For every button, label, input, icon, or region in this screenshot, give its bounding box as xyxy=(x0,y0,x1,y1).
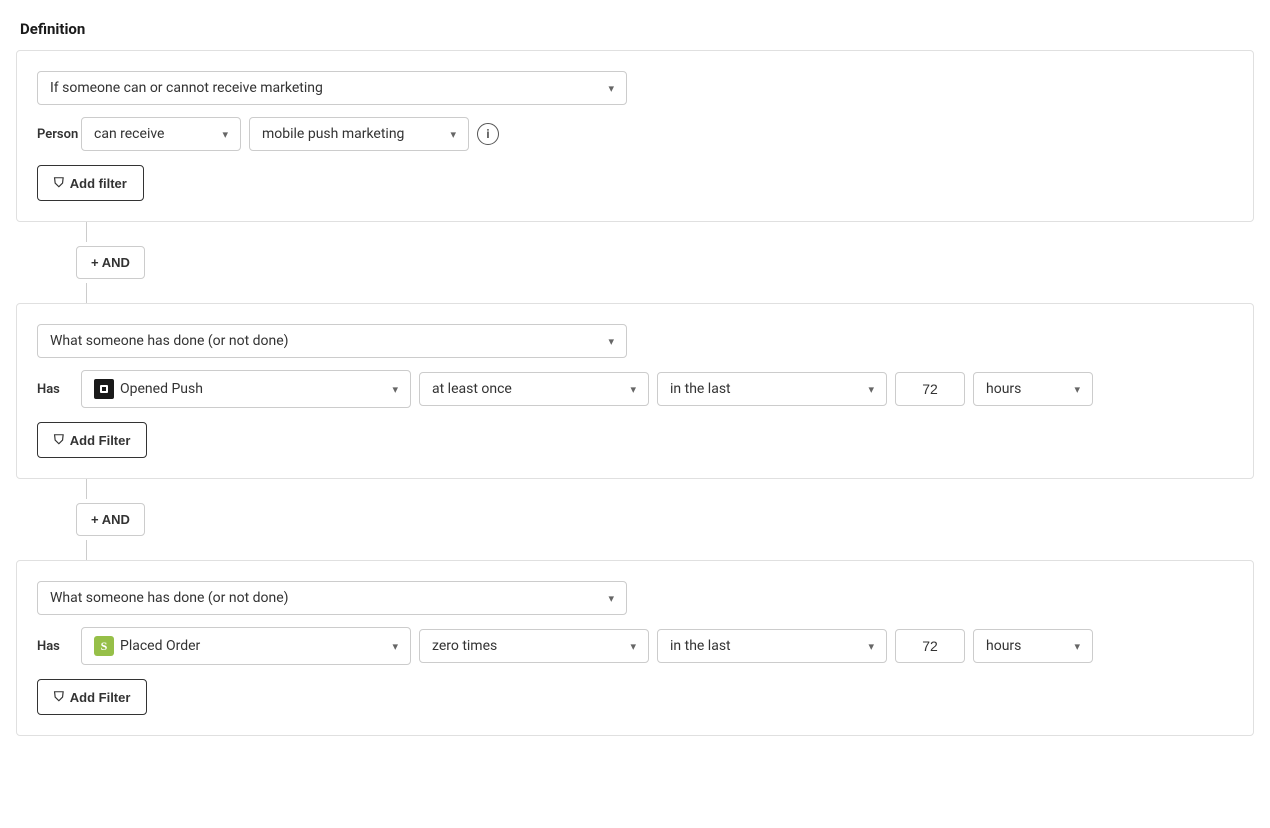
hours-input-2[interactable] xyxy=(895,372,965,406)
frequency-dropdown-3[interactable]: zero times ▾ xyxy=(419,629,649,663)
has-row-3: Has S Placed Order ▾ zero times ▾ in the… xyxy=(37,627,1233,665)
chevron-down-icon: ▾ xyxy=(1074,640,1080,653)
hours-input-3[interactable] xyxy=(895,629,965,663)
vertical-line-2 xyxy=(86,283,87,303)
frequency-label-3: zero times xyxy=(432,638,624,654)
event-label-2: Opened Push xyxy=(120,381,386,397)
push-icon-inner xyxy=(100,385,108,393)
person-action-dropdown[interactable]: can receive ▾ xyxy=(81,117,241,151)
definition-dropdown-2-label: What someone has done (or not done) xyxy=(50,333,602,349)
add-filter-button-3[interactable]: ⛉ Add Filter xyxy=(37,679,147,715)
timerange-label-2: in the last xyxy=(670,381,862,397)
hours-label-2: hours xyxy=(986,381,1068,397)
condition-block-3: What someone has done (or not done) ▾ Ha… xyxy=(16,560,1254,736)
chevron-down-icon: ▾ xyxy=(608,335,614,348)
and-button-1[interactable]: + AND xyxy=(76,246,145,279)
condition-block-2: What someone has done (or not done) ▾ Ha… xyxy=(16,303,1254,479)
has-row-2: Has Opened Push ▾ at least once ▾ in the… xyxy=(37,370,1233,408)
connector-1: + AND xyxy=(16,222,1254,303)
definition-dropdown-2[interactable]: What someone has done (or not done) ▾ xyxy=(37,324,627,358)
condition-block-1: If someone can or cannot receive marketi… xyxy=(16,50,1254,222)
chevron-down-icon: ▾ xyxy=(630,640,636,653)
add-filter-label-2: Add Filter xyxy=(70,433,131,448)
definition-dropdown-1[interactable]: If someone can or cannot receive marketi… xyxy=(37,71,627,105)
filter-icon-3: ⛉ xyxy=(54,689,64,705)
frequency-label-2: at least once xyxy=(432,381,624,397)
vertical-line-3 xyxy=(86,479,87,499)
event-label-3: Placed Order xyxy=(120,638,386,654)
event-dropdown-2-inner: Opened Push xyxy=(94,379,386,399)
chevron-down-icon: ▾ xyxy=(392,640,398,653)
person-type-dropdown[interactable]: mobile push marketing ▾ xyxy=(249,117,469,151)
filter-icon-2: ⛉ xyxy=(54,432,64,448)
chevron-down-icon: ▾ xyxy=(608,592,614,605)
has-label-3: Has xyxy=(37,639,73,654)
chevron-down-icon: ▾ xyxy=(608,82,614,95)
and-button-2[interactable]: + AND xyxy=(76,503,145,536)
event-dropdown-3-inner: S Placed Order xyxy=(94,636,386,656)
person-row: Person can receive ▾ mobile push marketi… xyxy=(37,117,1233,151)
shopify-icon: S xyxy=(94,636,114,656)
definition-dropdown-3[interactable]: What someone has done (or not done) ▾ xyxy=(37,581,627,615)
person-label: Person xyxy=(37,127,73,142)
chevron-down-icon: ▾ xyxy=(450,128,456,141)
add-filter-label-3: Add Filter xyxy=(70,690,131,705)
event-dropdown-3[interactable]: S Placed Order ▾ xyxy=(81,627,411,665)
timerange-dropdown-2[interactable]: in the last ▾ xyxy=(657,372,887,406)
chevron-down-icon: ▾ xyxy=(222,128,228,141)
hours-dropdown-3[interactable]: hours ▾ xyxy=(973,629,1093,663)
has-label-2: Has xyxy=(37,382,73,397)
person-action-label: can receive xyxy=(94,126,216,142)
timerange-dropdown-3[interactable]: in the last ▾ xyxy=(657,629,887,663)
hours-dropdown-2[interactable]: hours ▾ xyxy=(973,372,1093,406)
person-type-label: mobile push marketing xyxy=(262,126,444,142)
definition-dropdown-1-label: If someone can or cannot receive marketi… xyxy=(50,80,602,96)
page-title: Definition xyxy=(0,20,1270,50)
definition-dropdown-3-label: What someone has done (or not done) xyxy=(50,590,602,606)
filter-icon: ⛉ xyxy=(54,175,64,191)
shopify-s-letter: S xyxy=(101,639,108,654)
vertical-line-1 xyxy=(86,222,87,242)
chevron-down-icon: ▾ xyxy=(868,383,874,396)
event-dropdown-2[interactable]: Opened Push ▾ xyxy=(81,370,411,408)
chevron-down-icon: ▾ xyxy=(392,383,398,396)
add-filter-label-1: Add filter xyxy=(70,176,127,191)
chevron-down-icon: ▾ xyxy=(630,383,636,396)
connector-2: + AND xyxy=(16,479,1254,560)
page-container: Definition If someone can or cannot rece… xyxy=(0,0,1270,828)
timerange-label-3: in the last xyxy=(670,638,862,654)
info-icon[interactable]: i xyxy=(477,123,499,145)
vertical-line-4 xyxy=(86,540,87,560)
add-filter-button-2[interactable]: ⛉ Add Filter xyxy=(37,422,147,458)
chevron-down-icon: ▾ xyxy=(868,640,874,653)
add-filter-button-1[interactable]: ⛉ Add filter xyxy=(37,165,144,201)
push-event-icon xyxy=(94,379,114,399)
hours-label-3: hours xyxy=(986,638,1068,654)
chevron-down-icon: ▾ xyxy=(1074,383,1080,396)
frequency-dropdown-2[interactable]: at least once ▾ xyxy=(419,372,649,406)
